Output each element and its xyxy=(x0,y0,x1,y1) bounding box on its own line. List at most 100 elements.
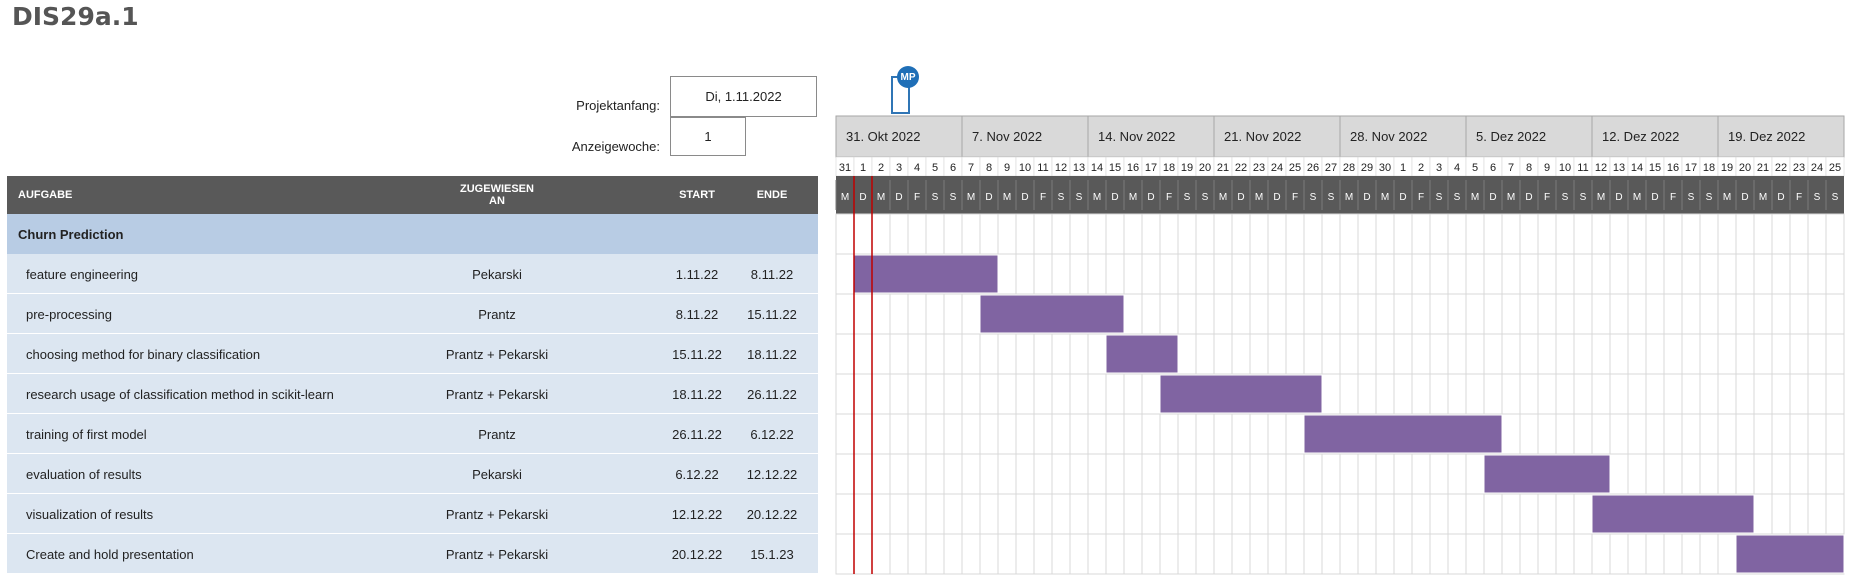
grid-cell xyxy=(1087,333,1107,375)
grid-cell xyxy=(1267,293,1287,335)
grid-cell xyxy=(1555,493,1575,535)
grid-cell xyxy=(907,453,927,495)
task-bar xyxy=(979,294,1125,334)
grid-cell xyxy=(1105,493,1125,535)
grid-cell xyxy=(1753,453,1773,495)
day-number: 22 xyxy=(1235,162,1247,174)
grid-cell xyxy=(1735,293,1755,335)
grid-cell xyxy=(1303,453,1323,495)
day-number: 23 xyxy=(1793,162,1805,174)
grid-cell xyxy=(1483,493,1503,535)
grid-cell xyxy=(1573,293,1593,335)
grid-cell xyxy=(907,213,927,255)
day-letter: S xyxy=(1814,192,1821,203)
grid-cell xyxy=(1375,533,1395,575)
grid-cell xyxy=(1015,533,1035,575)
grid-cell xyxy=(961,413,981,455)
grid-cell xyxy=(1105,533,1125,575)
grid-cell xyxy=(1303,533,1323,575)
grid-cell xyxy=(943,493,963,535)
day-number: 20 xyxy=(1199,162,1211,174)
grid-cell xyxy=(1015,373,1035,415)
day-number: 10 xyxy=(1559,162,1571,174)
day-letter: F xyxy=(1670,192,1676,203)
grid-cell xyxy=(997,333,1017,375)
grid-cell xyxy=(943,533,963,575)
day-letter: S xyxy=(932,192,939,203)
grid-cell xyxy=(1735,253,1755,295)
grid-cell xyxy=(871,413,891,455)
grid-cell xyxy=(1735,413,1755,455)
grid-cell xyxy=(1411,253,1431,295)
grid-cell xyxy=(1591,333,1611,375)
grid-cell xyxy=(1213,293,1233,335)
grid-cell xyxy=(943,453,963,495)
day-number: 9 xyxy=(1544,162,1550,174)
grid-cell xyxy=(1591,373,1611,415)
day-number: 8 xyxy=(1526,162,1532,174)
grid-cell xyxy=(1789,333,1809,375)
day-number: 17 xyxy=(1685,162,1697,174)
grid-cell xyxy=(1339,333,1359,375)
grid-cell xyxy=(1717,293,1737,335)
grid-cell xyxy=(1141,413,1161,455)
grid-cell xyxy=(1681,413,1701,455)
grid-cell xyxy=(853,533,873,575)
grid-cell xyxy=(1501,213,1521,255)
grid-cell xyxy=(1069,373,1089,415)
grid-cell xyxy=(1519,213,1539,255)
grid-cell xyxy=(1411,533,1431,575)
day-letter: M xyxy=(1507,192,1515,203)
grid-cell xyxy=(1069,253,1089,295)
grid-cell xyxy=(1573,213,1593,255)
grid-cell xyxy=(925,373,945,415)
grid-cell xyxy=(853,293,873,335)
grid-cell xyxy=(1429,213,1449,255)
day-letter: M xyxy=(1219,192,1227,203)
grid-cell xyxy=(1231,253,1251,295)
grid-cell xyxy=(1033,333,1053,375)
grid-cell xyxy=(1339,533,1359,575)
grid-cell xyxy=(1645,413,1665,455)
day-number: 12 xyxy=(1595,162,1607,174)
grid-cell xyxy=(1447,533,1467,575)
grid-cell xyxy=(1429,333,1449,375)
grid-cell xyxy=(1807,493,1827,535)
grid-cell xyxy=(853,493,873,535)
grid-cell xyxy=(1303,333,1323,375)
task-bar xyxy=(1483,454,1611,494)
grid-cell xyxy=(1321,253,1341,295)
grid-cell xyxy=(1717,453,1737,495)
day-number: 31 xyxy=(839,162,851,174)
grid-cell xyxy=(1339,293,1359,335)
grid-cell xyxy=(1699,373,1719,415)
grid-cell xyxy=(1501,253,1521,295)
grid-cell xyxy=(1393,453,1413,495)
grid-cell xyxy=(1141,213,1161,255)
grid-cell xyxy=(1573,253,1593,295)
grid-cell xyxy=(835,413,855,455)
grid-cell xyxy=(1357,293,1377,335)
grid-cell xyxy=(1393,493,1413,535)
day-letter: M xyxy=(1597,192,1605,203)
grid-cell xyxy=(943,373,963,415)
day-number: 17 xyxy=(1145,162,1157,174)
day-number: 16 xyxy=(1667,162,1679,174)
day-number: 22 xyxy=(1775,162,1787,174)
grid-cell xyxy=(1357,213,1377,255)
grid-cell xyxy=(1519,413,1539,455)
day-number: 3 xyxy=(896,162,902,174)
grid-cell xyxy=(1105,213,1125,255)
day-number: 27 xyxy=(1325,162,1337,174)
grid-cell xyxy=(1339,493,1359,535)
grid-cell xyxy=(1249,533,1269,575)
grid-cell xyxy=(1555,373,1575,415)
day-letter: D xyxy=(895,192,902,203)
grid-cell xyxy=(1609,213,1629,255)
grid-cell xyxy=(1825,413,1845,455)
day-number: 11 xyxy=(1037,162,1048,174)
grid-cell xyxy=(1609,373,1629,415)
grid-cell xyxy=(1177,253,1197,295)
day-letter: S xyxy=(1562,192,1569,203)
day-letter: S xyxy=(1058,192,1065,203)
